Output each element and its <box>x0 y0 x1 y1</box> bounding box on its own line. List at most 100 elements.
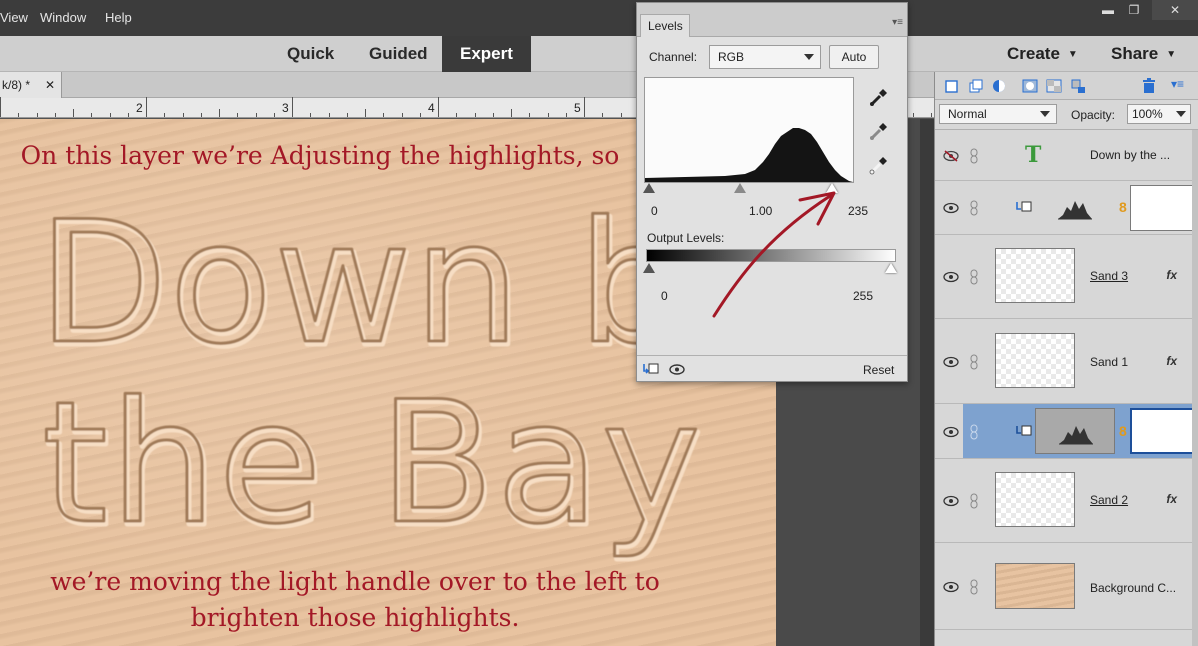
visibility-eye-icon[interactable] <box>669 364 685 375</box>
tab-levels[interactable]: Levels <box>640 14 690 37</box>
blend-mode-select[interactable]: Normal <box>939 104 1057 124</box>
menu-window[interactable]: Window <box>40 10 86 25</box>
mode-guided[interactable]: Guided <box>351 36 446 72</box>
layer-name[interactable]: Background C... <box>1090 581 1176 595</box>
visibility-eye-icon[interactable] <box>943 271 959 283</box>
menu-view[interactable]: View <box>0 10 28 25</box>
opacity-label: Opacity: <box>1071 108 1116 122</box>
lock-all-icon[interactable] <box>1069 77 1087 95</box>
ruler-tick <box>584 97 585 117</box>
layer-mask-thumbnail[interactable] <box>1130 185 1196 231</box>
visibility-eye-icon[interactable] <box>943 356 959 368</box>
sand-text-line-2-shadow: the Bay <box>42 365 703 561</box>
mode-bar: Quick Guided Expert Create ▼ Share ▼ <box>0 36 1198 72</box>
link-icon[interactable] <box>969 424 979 440</box>
ruler-tick <box>55 113 56 117</box>
histogram-graphic <box>645 128 853 182</box>
create-button[interactable]: Create ▼ <box>1007 36 1078 72</box>
channel-select[interactable]: RGB <box>709 45 821 69</box>
caption-bottom-line-1: we’re moving the light handle over to th… <box>50 567 660 596</box>
trash-icon[interactable] <box>1140 77 1158 95</box>
ruler-tick <box>37 113 38 117</box>
ruler-tick <box>237 113 238 117</box>
white-eyedropper-icon[interactable] <box>867 153 891 177</box>
output-black-value[interactable]: 0 <box>661 289 668 303</box>
mode-expert[interactable]: Expert <box>442 36 531 72</box>
gray-eyedropper-icon[interactable] <box>867 119 891 143</box>
document-tab[interactable]: k/8) * ✕ <box>0 72 62 98</box>
layer-row-sand-3[interactable]: Sand 3 fx <box>935 235 1198 319</box>
close-window-icon[interactable]: ✕ <box>1152 0 1198 20</box>
layer-name[interactable]: Down by the ... <box>1090 148 1170 162</box>
link-icon[interactable] <box>969 579 979 595</box>
app-window: View Window Help ▬ ❐ ✕ Quick Guided Expe… <box>0 0 1198 646</box>
link-icon[interactable] <box>969 148 979 164</box>
layer-row-text[interactable]: T Down by the ... <box>935 130 1198 181</box>
mode-quick[interactable]: Quick <box>269 36 352 72</box>
visibility-eye-icon[interactable] <box>943 495 959 507</box>
share-label: Share <box>1111 44 1159 63</box>
ruler-tick <box>548 113 549 117</box>
layer-row-adjustment[interactable]: 8 <box>935 181 1198 235</box>
reset-button[interactable]: Reset <box>863 363 894 377</box>
panel-menu-icon[interactable]: ▾≡ <box>1171 77 1184 91</box>
vertical-scrollbar[interactable] <box>920 119 934 646</box>
auto-button[interactable]: Auto <box>829 45 879 69</box>
visibility-eye-icon[interactable] <box>943 426 959 438</box>
new-layer-icon[interactable] <box>943 77 961 95</box>
visibility-eye-icon[interactable] <box>943 202 959 214</box>
ruler-label: 5 <box>574 101 581 115</box>
layer-name[interactable]: Sand 1 <box>1090 355 1128 369</box>
layer-row-adjustment-selected[interactable]: 8 <box>935 404 1198 459</box>
output-white-value[interactable]: 255 <box>853 289 873 303</box>
ruler-tick <box>18 113 19 117</box>
black-eyedropper-icon[interactable] <box>867 85 891 109</box>
mask-link-icon[interactable]: 8 <box>1119 423 1127 439</box>
mask-link-icon[interactable]: 8 <box>1119 199 1127 215</box>
layer-row-background[interactable]: Background C... <box>935 543 1198 630</box>
adjustment-layer-icon[interactable] <box>991 77 1009 95</box>
layer-mask-thumbnail[interactable] <box>1130 408 1196 454</box>
opacity-input[interactable]: 100% <box>1127 104 1191 124</box>
adjustment-thumbnail <box>1035 408 1115 454</box>
layer-name[interactable]: Sand 3 <box>1090 269 1128 283</box>
levels-adjustment-icon <box>1059 426 1093 445</box>
ruler-tick <box>383 113 384 117</box>
visibility-eye-icon[interactable] <box>943 581 959 593</box>
input-black-value[interactable]: 0 <box>651 204 658 218</box>
new-group-icon[interactable] <box>967 77 985 95</box>
layer-mask-icon[interactable] <box>1021 77 1039 95</box>
clip-to-layer-icon[interactable] <box>642 362 660 376</box>
link-icon[interactable] <box>969 269 979 285</box>
link-icon[interactable] <box>969 200 979 216</box>
restore-icon[interactable]: ❐ <box>1119 0 1149 20</box>
ruler-tick <box>365 109 366 117</box>
input-black-handle[interactable] <box>643 183 655 193</box>
layer-row-sand-1[interactable]: Sand 1 fx <box>935 319 1198 404</box>
levels-footer: Reset <box>637 355 907 381</box>
layer-name[interactable]: Sand 2 <box>1090 493 1128 507</box>
ruler-tick <box>256 113 257 117</box>
ruler-tick <box>201 113 202 117</box>
share-button[interactable]: Share ▼ <box>1111 36 1176 72</box>
menu-help[interactable]: Help <box>105 10 132 25</box>
ruler-tick <box>475 113 476 117</box>
layer-row-sand-2[interactable]: Sand 2 fx <box>935 459 1198 543</box>
ruler-tick <box>219 109 220 117</box>
ruler-tick <box>566 113 567 117</box>
panel-menu-icon[interactable]: ▾≡ <box>892 17 903 28</box>
fx-icon[interactable]: fx <box>1166 268 1177 282</box>
layers-scrollbar[interactable] <box>1192 130 1198 646</box>
output-white-handle[interactable] <box>885 263 897 273</box>
input-white-value[interactable]: 235 <box>848 204 868 218</box>
link-icon[interactable] <box>969 493 979 509</box>
lock-transparency-icon[interactable] <box>1045 77 1063 95</box>
hidden-eye-icon[interactable] <box>943 150 959 162</box>
fx-icon[interactable]: fx <box>1166 492 1177 506</box>
clip-to-layer-icon <box>1016 201 1032 212</box>
output-black-handle[interactable] <box>643 263 655 273</box>
fx-icon[interactable]: fx <box>1166 354 1177 368</box>
link-icon[interactable] <box>969 354 979 370</box>
close-icon[interactable]: ✕ <box>45 72 55 98</box>
caption-bottom-line-2: brighten those highlights. <box>190 603 520 632</box>
